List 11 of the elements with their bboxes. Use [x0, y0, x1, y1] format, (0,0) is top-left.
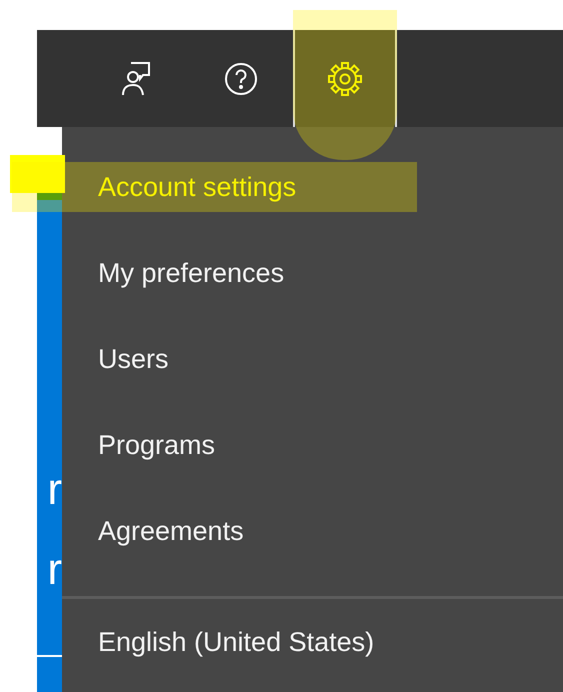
menu-item[interactable]: My preferences: [62, 230, 563, 316]
help-icon: [224, 62, 258, 96]
panel-text: r: [47, 465, 62, 515]
menu-item[interactable]: Agreements: [62, 488, 563, 574]
menu-item[interactable]: Account settings: [62, 144, 563, 230]
person-feedback-icon: [121, 60, 153, 96]
menu-item[interactable]: Users: [62, 316, 563, 402]
panel-text: r: [47, 545, 62, 595]
settings-icon: [327, 60, 363, 96]
menu-item[interactable]: Programs: [62, 402, 563, 488]
menu-item[interactable]: English (United States): [62, 599, 563, 685]
